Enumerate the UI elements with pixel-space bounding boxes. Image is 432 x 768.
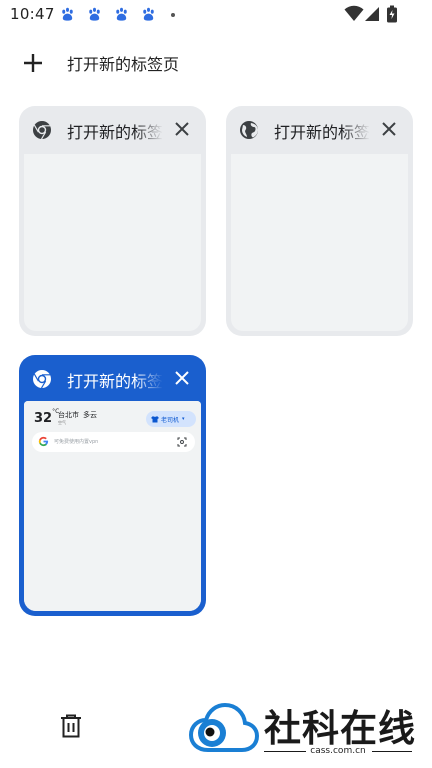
tab-thumbnail: 32°C 台北市 多云 空气 老司机 ▾ 可免费使用内置vpn — [24, 401, 201, 611]
cloud-logo-icon — [188, 702, 260, 752]
new-tab-label: 打开新的标签页 — [67, 55, 180, 74]
chrome-icon — [33, 370, 51, 389]
page-preview: 32°C 台北市 多云 空气 老司机 ▾ 可免费使用内置vpn — [24, 401, 201, 611]
trash-icon[interactable] — [59, 713, 83, 739]
tab-thumbnail — [24, 154, 201, 331]
wifi-icon — [344, 5, 364, 21]
tab-header: 打开新的标签页 — [226, 106, 413, 154]
battery-icon — [387, 5, 397, 23]
lens-icon — [177, 437, 187, 447]
account-pill-label: 老司机 — [161, 416, 180, 424]
globe-icon — [240, 121, 258, 139]
tab-header: 打开新的标签页 — [19, 355, 206, 403]
preview-search-bar: 可免费使用内置vpn — [32, 432, 195, 452]
tab-card-active[interactable]: 打开新的标签页 32°C 台北市 多云 空气 老司机 ▾ 可免费 — [19, 355, 206, 616]
tab-title: 打开新的标签页 — [67, 372, 163, 390]
weather-condition: 多云 — [83, 411, 97, 419]
close-icon[interactable] — [173, 369, 191, 387]
tab-title: 打开新的标签页 — [274, 123, 370, 141]
weather-temperature: 32°C — [34, 407, 60, 426]
weather-air-label: 空气 — [58, 420, 66, 425]
tab-title: 打开新的标签页 — [67, 123, 163, 141]
google-logo-icon — [38, 436, 49, 447]
watermark-logo: 社科在线 cass.com.cn — [186, 700, 432, 768]
close-icon[interactable] — [380, 120, 398, 138]
account-pill: 老司机 ▾ — [146, 411, 196, 427]
chrome-icon — [33, 121, 51, 140]
tab-card[interactable]: 打开新的标签页 — [226, 106, 413, 336]
more-notifications-dot — [171, 13, 175, 17]
preview-search-placeholder: 可免费使用内置vpn — [54, 439, 99, 445]
baidu-paw-icon — [89, 7, 100, 21]
new-tab-button[interactable]: 打开新的标签页 — [18, 46, 238, 80]
close-icon[interactable] — [173, 120, 191, 138]
tab-header: 打开新的标签页 — [19, 106, 206, 154]
status-bar: 10:47 — [0, 0, 432, 30]
plus-icon — [24, 54, 42, 72]
baidu-paw-icon — [62, 7, 73, 21]
status-time: 10:47 — [10, 5, 55, 23]
baidu-paw-icon — [116, 7, 127, 21]
signal-icon — [365, 7, 379, 21]
watermark-text: 社科在线 — [264, 706, 416, 750]
weather-city: 台北市 — [58, 411, 79, 419]
shirt-icon — [151, 416, 159, 423]
tab-thumbnail — [231, 154, 408, 331]
baidu-paw-icon — [143, 7, 154, 21]
divider — [372, 751, 412, 752]
tab-card[interactable]: 打开新的标签页 — [19, 106, 206, 336]
chevron-down-icon: ▾ — [182, 416, 185, 422]
